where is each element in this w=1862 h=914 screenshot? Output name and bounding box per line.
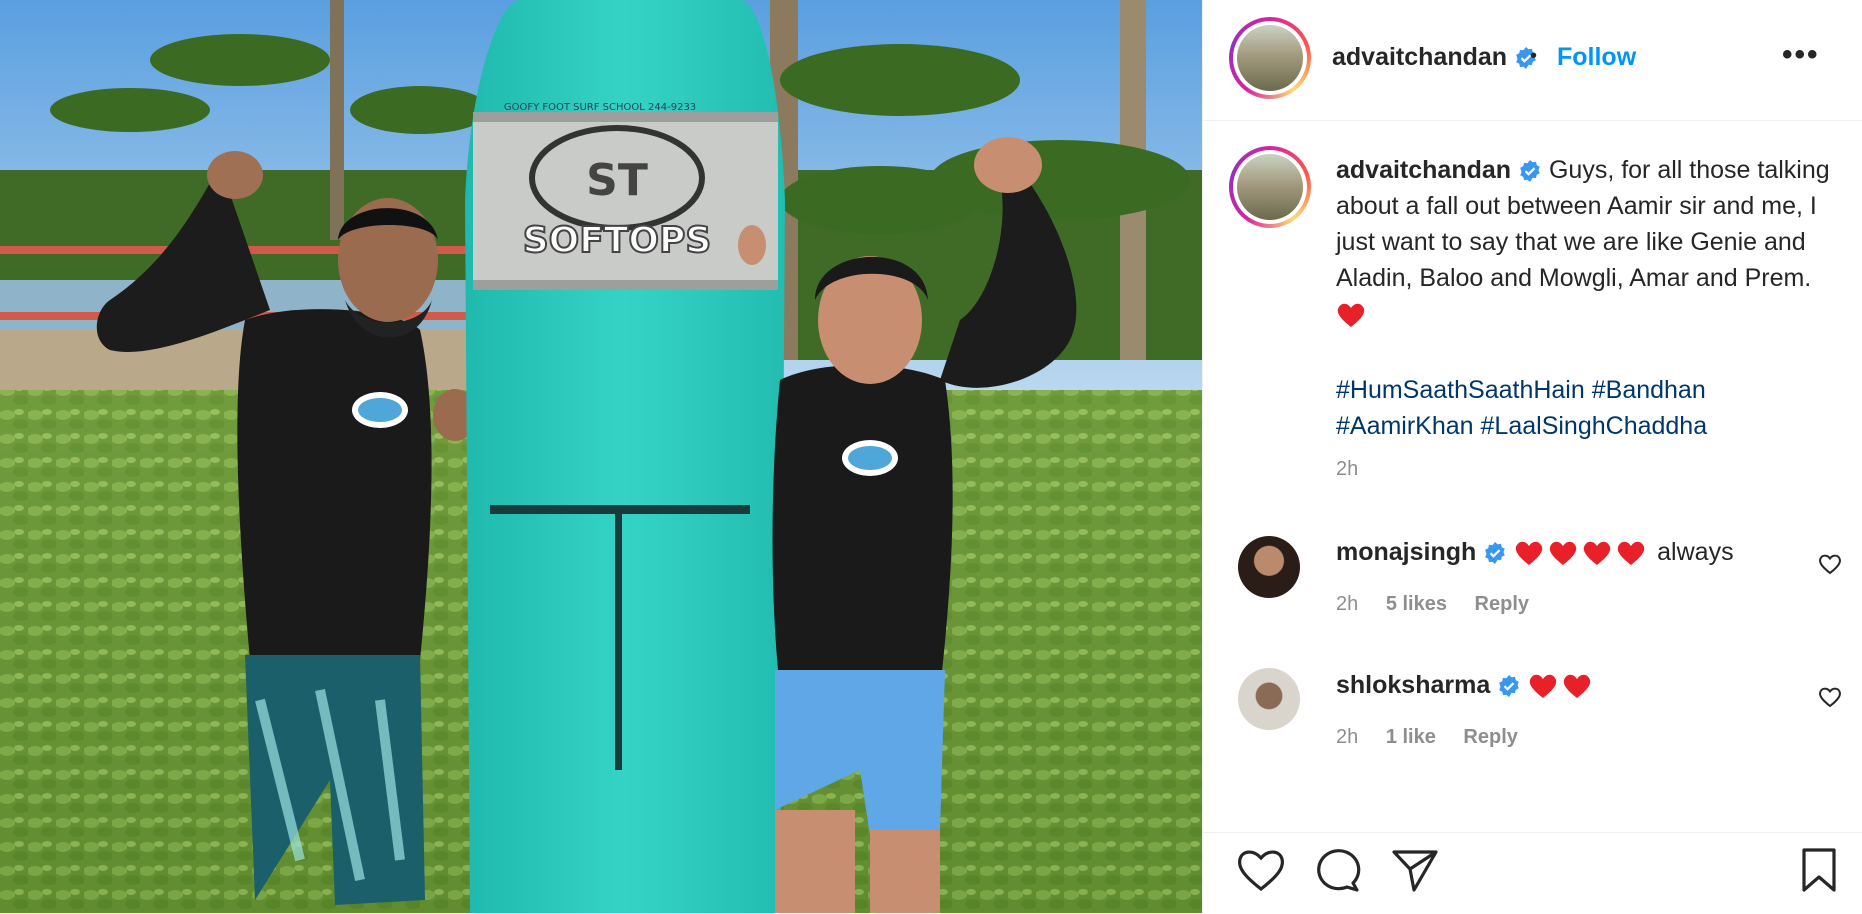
board-logo: ST bbox=[586, 155, 648, 206]
verified-badge-icon bbox=[1499, 675, 1520, 698]
comment-icon[interactable] bbox=[1313, 847, 1363, 893]
heart-icon[interactable] bbox=[1236, 847, 1286, 893]
bookmark-icon[interactable] bbox=[1799, 847, 1839, 893]
follow-button[interactable]: Follow bbox=[1557, 43, 1636, 72]
share-icon[interactable] bbox=[1390, 847, 1440, 893]
surfboard: ST SOFTOPS GOOFY FOOT SURF SCHOOL 244-92… bbox=[465, 0, 785, 913]
comments-scroll-mask bbox=[1203, 800, 1862, 832]
red-heart-emoji-icon bbox=[1549, 542, 1577, 566]
post-header: advaitchandan • Follow ••• bbox=[1203, 0, 1862, 121]
red-heart-emoji-icon bbox=[1529, 675, 1557, 699]
instagram-post-view: ST SOFTOPS GOOFY FOOT SURF SCHOOL 244-92… bbox=[0, 0, 1862, 914]
verified-badge-icon bbox=[1485, 542, 1506, 565]
comment-like-heart-icon[interactable] bbox=[1818, 686, 1842, 708]
hashtag-list: #HumSaathSaathHain #Bandhan #AamirKhan #… bbox=[1336, 372, 1836, 444]
more-options-icon[interactable]: ••• bbox=[1782, 38, 1820, 72]
comment-reply-button[interactable]: Reply bbox=[1475, 593, 1529, 615]
hashtag-link[interactable]: #LaalSinghChaddha bbox=[1481, 412, 1708, 440]
comment-hearts bbox=[1528, 671, 1596, 699]
header-separator: • bbox=[1530, 45, 1538, 67]
red-heart-emoji-icon bbox=[1515, 542, 1543, 566]
hashtag-link[interactable]: #Bandhan bbox=[1592, 376, 1706, 404]
post-caption: advaitchandan Guys, for all those talkin… bbox=[1336, 152, 1836, 332]
caption-author[interactable]: advaitchandan bbox=[1336, 156, 1511, 184]
board-small-print: GOOFY FOOT SURF SCHOOL 244-9233 bbox=[504, 102, 696, 113]
board-brand: SOFTOPS bbox=[523, 220, 712, 261]
comment-like-heart-icon[interactable] bbox=[1818, 553, 1842, 575]
hashtag-link[interactable]: #HumSaathSaathHain bbox=[1336, 376, 1585, 404]
comment-hearts bbox=[1514, 538, 1657, 566]
comment-avatar[interactable] bbox=[1238, 668, 1300, 730]
post-details-panel: advaitchandan • Follow ••• advaitchandan… bbox=[1202, 0, 1862, 914]
comment-meta: 2h 5 likes Reply bbox=[1336, 593, 1551, 616]
comment-meta: 2h 1 like Reply bbox=[1336, 726, 1540, 749]
comment-time[interactable]: 2h bbox=[1336, 726, 1358, 748]
post-photo[interactable]: ST SOFTOPS GOOFY FOOT SURF SCHOOL 244-92… bbox=[0, 0, 1202, 913]
comment-avatar[interactable] bbox=[1238, 536, 1300, 598]
comment-time[interactable]: 2h bbox=[1336, 593, 1358, 615]
author-avatar[interactable] bbox=[1229, 17, 1311, 99]
hashtag-link[interactable]: #AamirKhan bbox=[1336, 412, 1474, 440]
comment-username[interactable]: monajsingh bbox=[1336, 538, 1476, 566]
red-heart-emoji-icon bbox=[1617, 542, 1645, 566]
comment-row: monajsingh always bbox=[1336, 538, 1734, 567]
verified-badge-icon bbox=[1520, 160, 1540, 183]
comment-row: shloksharma bbox=[1336, 671, 1596, 700]
comment-reply-button[interactable]: Reply bbox=[1463, 726, 1517, 748]
comment-text: always bbox=[1657, 538, 1734, 566]
post-time[interactable]: 2h bbox=[1336, 458, 1358, 481]
post-photo-illustration: ST SOFTOPS GOOFY FOOT SURF SCHOOL 244-92… bbox=[0, 0, 1202, 913]
red-heart-emoji-icon bbox=[1563, 675, 1591, 699]
red-heart-emoji-icon bbox=[1583, 542, 1611, 566]
author-username-link[interactable]: advaitchandan bbox=[1332, 43, 1538, 72]
post-action-bar bbox=[1203, 832, 1862, 914]
comment-likes[interactable]: 1 like bbox=[1386, 726, 1436, 748]
red-heart-emoji-icon bbox=[1337, 304, 1365, 328]
comment-likes[interactable]: 5 likes bbox=[1386, 593, 1447, 615]
comment-username[interactable]: shloksharma bbox=[1336, 671, 1490, 699]
author-username: advaitchandan bbox=[1332, 43, 1508, 71]
caption-author-avatar[interactable] bbox=[1229, 146, 1311, 228]
